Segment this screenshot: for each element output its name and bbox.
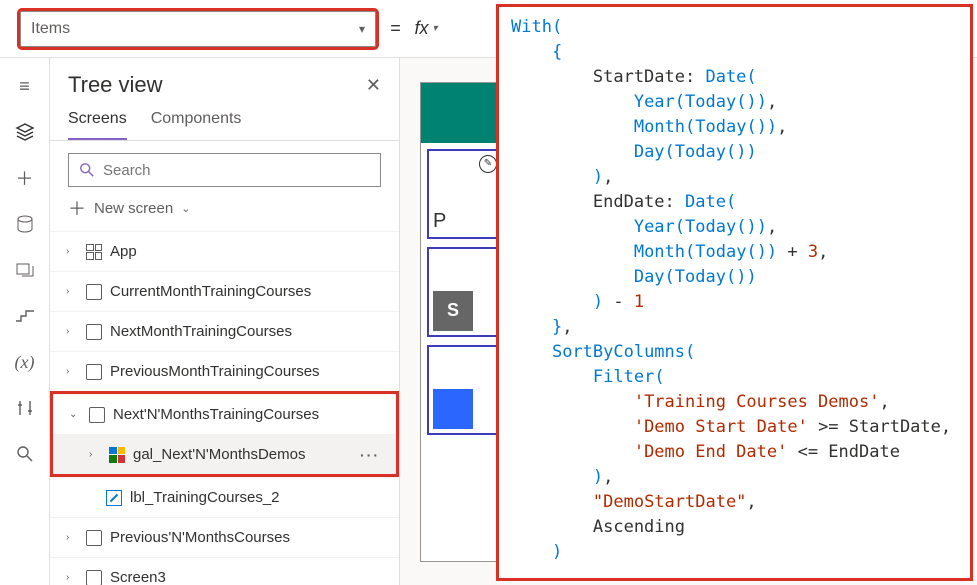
app-icon (86, 244, 102, 260)
equals-label: = (390, 18, 401, 39)
tree-item-screen[interactable]: › PreviousMonthTrainingCourses (50, 351, 399, 391)
steps-icon[interactable] (13, 304, 37, 328)
plus-icon: ＋ (68, 195, 86, 221)
more-icon[interactable]: ··· (360, 447, 380, 463)
search-input[interactable] (103, 162, 370, 179)
tree-item-screen[interactable]: › Screen3 (50, 557, 399, 585)
tree-item-screen[interactable]: ⌄ Next'N'MonthsTrainingCourses (53, 394, 396, 434)
highlighted-group: ⌄ Next'N'MonthsTrainingCourses › gal_Nex… (50, 391, 399, 477)
screen-icon (86, 324, 102, 340)
screen-icon (89, 407, 105, 423)
gallery-thumb: S (433, 291, 473, 331)
tree: › App › CurrentMonthTrainingCourses › Ne… (50, 231, 399, 585)
new-screen-button[interactable]: ＋ New screen ⌄ (50, 195, 399, 231)
tree-item-label: Previous'N'MonthsCourses (110, 529, 290, 546)
gallery-item[interactable] (427, 345, 503, 435)
variable-icon[interactable]: (x) (13, 350, 37, 374)
tree-view-panel: Tree view ✕ Screens Components ＋ New scr… (50, 58, 400, 585)
chevron-right-icon: › (89, 449, 101, 460)
new-screen-label: New screen (94, 200, 173, 217)
chevron-right-icon: › (66, 246, 78, 257)
media-icon[interactable] (13, 258, 37, 282)
layers-icon[interactable] (13, 120, 37, 144)
property-selector[interactable]: Items ▾ (20, 11, 376, 47)
left-rail: ≡ ＋ (x) (0, 58, 50, 585)
screen-icon (86, 530, 102, 546)
tree-item-app[interactable]: › App (50, 231, 399, 271)
gallery-icon (109, 447, 125, 463)
chevron-down-icon: ⌄ (69, 409, 81, 420)
property-selector-label: Items (31, 20, 70, 38)
gallery-placeholder: P (433, 210, 446, 233)
tree-item-screen[interactable]: › NextMonthTrainingCourses (50, 311, 399, 351)
tree-item-label: gal_Next'N'MonthsDemos (133, 446, 305, 463)
tree-item-gallery[interactable]: › gal_Next'N'MonthsDemos ··· (53, 434, 396, 474)
tree-view-title: Tree view (68, 72, 163, 98)
chevron-right-icon: › (66, 326, 78, 337)
search-icon[interactable] (13, 442, 37, 466)
tree-item-label: lbl_TrainingCourses_2 (130, 489, 280, 506)
tab-components[interactable]: Components (151, 104, 242, 140)
chevron-down-icon: ▾ (359, 22, 365, 36)
tree-item-screen[interactable]: › Previous'N'MonthsCourses (50, 517, 399, 557)
fx-label: fx (415, 18, 429, 39)
tree-item-label: NextMonthTrainingCourses (110, 323, 292, 340)
chevron-right-icon: › (66, 286, 78, 297)
data-icon[interactable] (13, 212, 37, 236)
tree-item-screen[interactable]: › CurrentMonthTrainingCourses (50, 271, 399, 311)
tree-item-label: PreviousMonthTrainingCourses (110, 363, 320, 380)
screen-icon (86, 570, 102, 585)
tree-item-label: CurrentMonthTrainingCourses (110, 283, 311, 300)
tree-item-label: Next'N'MonthsTrainingCourses (113, 406, 319, 423)
edit-icon[interactable]: ✎ (479, 155, 497, 173)
tools-icon[interactable] (13, 396, 37, 420)
formula-editor[interactable]: With( { StartDate: Date( Year(Today()), … (496, 4, 973, 581)
chevron-down-icon: ▾ (433, 23, 438, 34)
screen-icon (86, 284, 102, 300)
tree-view-tabs: Screens Components (50, 104, 399, 141)
plus-icon[interactable]: ＋ (13, 166, 37, 190)
gallery-item[interactable]: S (427, 247, 503, 337)
chevron-down-icon: ⌄ (181, 202, 190, 215)
close-icon[interactable]: ✕ (366, 75, 381, 96)
search-box[interactable] (68, 153, 381, 187)
search-icon (79, 162, 95, 178)
fx-button[interactable]: fx ▾ (415, 18, 438, 39)
chevron-right-icon: › (66, 532, 78, 543)
tree-item-label: App (110, 243, 137, 260)
gallery-item[interactable]: ✎ P (427, 149, 503, 239)
chevron-right-icon: › (66, 366, 78, 377)
gallery-thumb (433, 389, 473, 429)
hamburger-icon[interactable]: ≡ (13, 74, 37, 98)
chevron-right-icon: › (66, 572, 78, 583)
tree-item-label-control[interactable]: lbl_TrainingCourses_2 (50, 477, 399, 517)
tab-screens[interactable]: Screens (68, 104, 127, 140)
label-icon (106, 490, 122, 506)
screen-icon (86, 364, 102, 380)
tree-item-label: Screen3 (110, 569, 166, 585)
